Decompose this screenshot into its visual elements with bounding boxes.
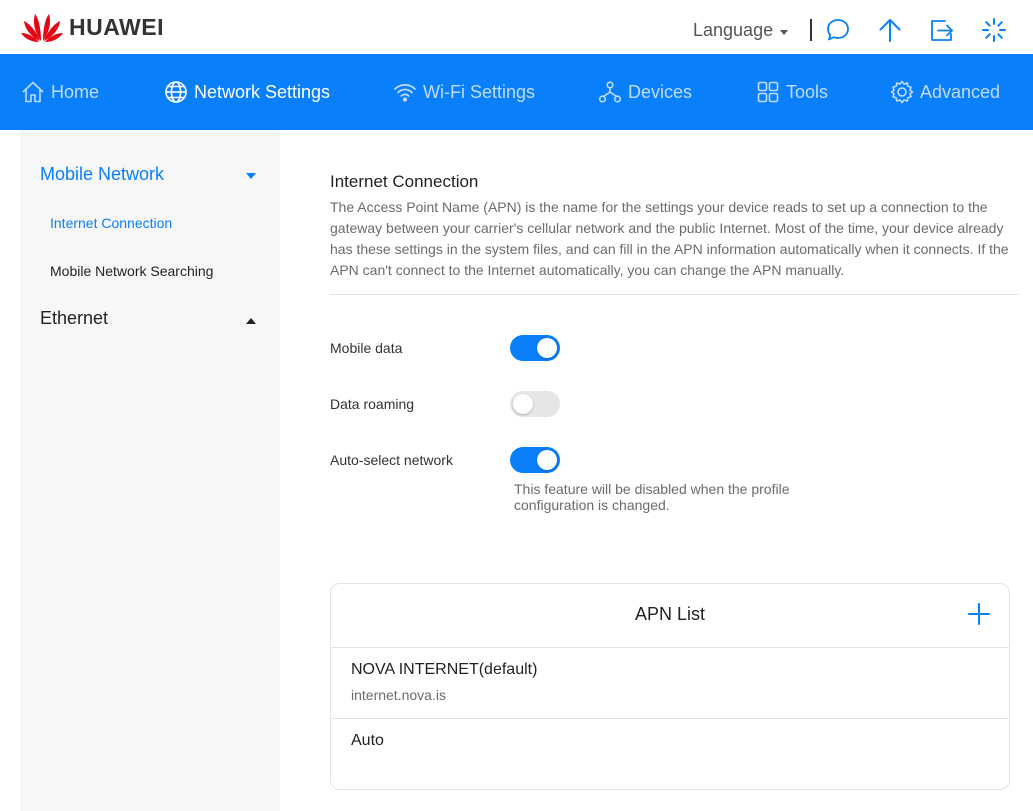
caret-down-icon[interactable] xyxy=(246,173,256,179)
data-roaming-toggle[interactable] xyxy=(510,391,560,417)
globe-icon xyxy=(165,81,187,103)
devices-icon xyxy=(598,81,622,103)
nav-label-advanced: Advanced xyxy=(920,81,1001,102)
tools-icon xyxy=(757,81,779,103)
main-nav: Home Network Settings Wi-Fi Settings Dev… xyxy=(0,54,1033,130)
apn-name: NOVA INTERNET(default) xyxy=(351,661,538,678)
page-title: Internet Connection xyxy=(330,172,479,191)
huawei-logo[interactable]: HUAWEI xyxy=(20,10,164,44)
page-description: The Access Point Name (APN) is the name … xyxy=(330,199,1009,278)
auto-select-network-toggle[interactable] xyxy=(510,447,560,473)
mobile-data-label: Mobile data xyxy=(330,340,403,356)
sidebar-group-mobile-network[interactable]: Mobile Network xyxy=(40,164,164,185)
gear-icon xyxy=(890,80,914,104)
logout-icon[interactable] xyxy=(929,17,955,43)
upload-icon[interactable] xyxy=(877,17,903,43)
sidebar: Mobile Network Internet Connection Mobil… xyxy=(20,130,280,811)
apn-list-header: APN List xyxy=(331,584,1009,648)
apn-list-item[interactable]: Auto xyxy=(331,719,1009,789)
loading-icon xyxy=(981,17,1007,43)
caret-up-icon[interactable] xyxy=(246,318,256,324)
add-apn-button[interactable] xyxy=(967,602,991,626)
toggle-knob xyxy=(537,338,557,358)
nav-label-tools: Tools xyxy=(786,81,829,102)
wifi-icon xyxy=(394,84,416,102)
nav-home[interactable]: Home xyxy=(21,54,99,130)
nav-wifi-settings[interactable]: Wi-Fi Settings xyxy=(393,54,535,130)
nav-label-wifi-settings: Wi-Fi Settings xyxy=(423,81,536,102)
sidebar-item-mobile-network-searching[interactable]: Mobile Network Searching xyxy=(50,263,213,279)
header-divider xyxy=(810,19,812,41)
nav-devices[interactable]: Devices xyxy=(598,54,692,130)
nav-label-network-settings: Network Settings xyxy=(194,81,331,102)
language-selector[interactable]: Language xyxy=(693,20,789,41)
toggle-knob xyxy=(537,450,557,470)
apn-list-item[interactable]: NOVA INTERNET(default) internet.nova.is xyxy=(331,649,1009,719)
nav-network-settings[interactable]: Network Settings xyxy=(164,54,330,130)
apn-list-card: APN List NOVA INTERNET(default) internet… xyxy=(330,583,1010,790)
top-header: HUAWEI Language xyxy=(0,0,1033,54)
home-icon xyxy=(22,81,44,103)
auto-select-note: This feature will be disabled when the p… xyxy=(514,481,790,513)
sidebar-item-internet-connection[interactable]: Internet Connection xyxy=(50,215,172,231)
brand-name: HUAWEI xyxy=(69,13,164,40)
nav-label-home: Home xyxy=(51,81,100,102)
message-icon[interactable] xyxy=(825,17,851,43)
mobile-data-toggle[interactable] xyxy=(510,335,560,361)
apn-name: Auto xyxy=(351,732,384,749)
nav-tools[interactable]: Tools xyxy=(756,54,828,130)
toggle-knob xyxy=(513,394,533,414)
nav-label-devices: Devices xyxy=(628,81,693,102)
section-divider xyxy=(330,294,1020,295)
caret-down-icon xyxy=(780,29,789,35)
data-roaming-label: Data roaming xyxy=(330,396,415,412)
plus-icon xyxy=(968,603,990,625)
apn-list-title: APN List xyxy=(634,604,706,624)
sidebar-group-ethernet[interactable]: Ethernet xyxy=(40,308,108,329)
auto-select-network-label: Auto-select network xyxy=(330,452,453,468)
huawei-flower-icon xyxy=(21,14,63,42)
language-label: Language xyxy=(693,20,774,40)
nav-advanced[interactable]: Advanced xyxy=(890,54,1000,130)
apn-address: internet.nova.is xyxy=(351,687,446,703)
